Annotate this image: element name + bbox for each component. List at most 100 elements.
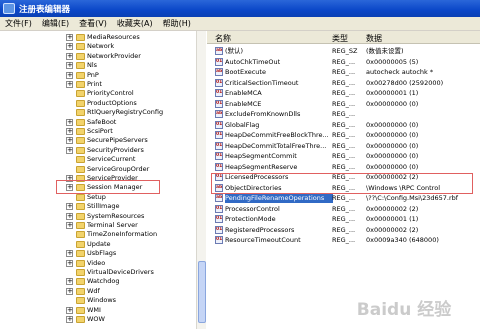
menu-bar: 文件(F) 编辑(E) 查看(V) 收藏夹(A) 帮助(H) — [0, 17, 480, 31]
expand-icon[interactable]: + — [66, 118, 73, 126]
tree-item[interactable]: VirtualDeviceDrivers — [0, 268, 196, 277]
value-name: HeapSegmentReserve — [225, 162, 298, 171]
registry-value-row[interactable]: 01 HeapSegmentReserve REG_... 0x00000000 (0… — [207, 162, 480, 172]
expand-icon[interactable]: + — [66, 222, 73, 229]
registry-value-row[interactable]: 01 ResourceTimeoutCount REG_... 0x0009a340 … — [207, 235, 480, 245]
registry-value-row[interactable]: 01 HeapDeCommitFreeBlockThre... REG_... 0x0… — [207, 130, 480, 140]
tree-item[interactable]: + StillImage — [0, 202, 196, 211]
tree-item-label: Watchdog — [87, 277, 120, 286]
expand-icon[interactable]: + — [66, 203, 73, 211]
tree-item[interactable]: + SafeBoot — [0, 118, 196, 127]
tree-item[interactable]: RtlQueryRegistryConfig — [0, 108, 196, 117]
binary-value-icon: 01 — [215, 131, 223, 139]
menu-item[interactable]: 帮助(H) — [158, 18, 196, 29]
column-header-name[interactable]: 名称 — [215, 33, 231, 44]
registry-value-row[interactable]: 01 HeapDeCommitTotalFreeThre... REG_... 0x0… — [207, 141, 480, 151]
tree-vertical-scrollbar[interactable] — [196, 31, 206, 329]
tree-item-label: Nls — [87, 61, 98, 70]
tree-item[interactable]: ProductOptions — [0, 99, 196, 108]
value-name: BootExecute — [225, 68, 266, 76]
registry-value-row[interactable]: 01 RegisteredProcessors REG_... 0x00000002 … — [207, 225, 480, 235]
expand-icon[interactable]: + — [66, 212, 73, 220]
tree-item[interactable]: + UsbFlags — [0, 249, 196, 258]
tree-item-label: WMI — [87, 305, 101, 314]
tree-item[interactable]: Update — [0, 240, 196, 249]
registry-value-row[interactable]: 01 HeapSegmentCommit REG_... 0x00000000 (0) — [207, 151, 480, 161]
tree-item[interactable]: + NetworkProvider — [0, 52, 196, 61]
expand-icon[interactable]: + — [66, 81, 73, 88]
registry-value-row[interactable]: 01 EnableMCA REG_... 0x00000001 (1) — [207, 88, 480, 98]
menu-item[interactable]: 编辑(E) — [37, 18, 74, 29]
folder-icon — [76, 81, 85, 88]
registry-value-row[interactable]: ab BootExecute REG_... autocheck autochk * — [207, 67, 480, 77]
tree-item[interactable]: + Network — [0, 42, 196, 51]
tree-item[interactable]: PriorityControl — [0, 89, 196, 98]
registry-value-row[interactable]: ab (默认) REG_SZ (数值未设置) — [207, 46, 480, 56]
value-type: REG_SZ — [332, 47, 358, 55]
menu-item[interactable]: 文件(F) — [0, 18, 37, 29]
folder-icon — [76, 109, 85, 117]
tree-item[interactable]: + WOW — [0, 315, 196, 324]
tree-item[interactable]: + SystemResources — [0, 212, 196, 221]
expand-icon[interactable]: + — [66, 250, 73, 258]
tree-item[interactable]: ServiceCurrent — [0, 155, 196, 164]
value-name: HeapDeCommitTotalFreeThre... — [225, 141, 327, 150]
tree-item-label: Wdf — [87, 286, 100, 295]
expand-icon[interactable]: + — [66, 128, 73, 135]
value-name: EnableMCA — [225, 89, 262, 97]
tree-item[interactable]: + Nls — [0, 61, 196, 70]
expand-icon[interactable]: + — [66, 278, 73, 286]
expand-icon[interactable]: + — [66, 306, 73, 314]
tree-item[interactable]: + Terminal Server — [0, 221, 196, 230]
expand-icon[interactable]: + — [66, 62, 73, 70]
tree-item-label: VirtualDeviceDrivers — [87, 268, 154, 276]
value-name: GlobalFlag — [225, 120, 260, 129]
tree-item[interactable]: + SecurePipeServers — [0, 136, 196, 145]
registry-value-row[interactable]: ab ExcludeFromKnownDlls REG_... — [207, 109, 480, 119]
tree-item-label: NetworkProvider — [87, 51, 141, 60]
tree-item[interactable]: + ScsiPort — [0, 127, 196, 136]
tree-item[interactable]: + Wdf — [0, 287, 196, 296]
expand-icon[interactable]: + — [66, 137, 73, 145]
column-header-data[interactable]: 数据 — [366, 33, 382, 44]
folder-icon — [76, 212, 85, 220]
registry-value-row[interactable]: 01 ProcessorControl REG_... 0x00000002 (2) — [207, 204, 480, 214]
tree-item[interactable]: ServiceGroupOrder — [0, 165, 196, 174]
folder-icon — [76, 165, 85, 173]
expand-icon[interactable]: + — [66, 146, 73, 154]
registry-value-row[interactable]: 01 CriticalSectionTimeout REG_... 0x00278d0… — [207, 78, 480, 88]
registry-value-row[interactable]: 01 AutoChkTimeOut REG_... 0x00000005 (5) — [207, 57, 480, 67]
menu-item[interactable]: 收藏夹(A) — [112, 18, 158, 29]
tree-item-label: ProductOptions — [87, 98, 137, 107]
registry-value-row[interactable]: ab PendingFileRenameOperations REG_... \??\… — [207, 193, 480, 203]
menu-item[interactable]: 查看(V) — [74, 18, 112, 29]
registry-value-row[interactable]: 01 EnableMCE REG_... 0x00000000 (0) — [207, 99, 480, 109]
pending-rename-highlight-box — [211, 173, 473, 194]
expand-icon[interactable]: + — [66, 52, 73, 60]
tree-item[interactable]: TimeZoneInformation — [0, 230, 196, 239]
expand-icon[interactable]: + — [66, 34, 73, 41]
tree-item[interactable]: + PnP — [0, 71, 196, 80]
column-header-type[interactable]: 类型 — [332, 33, 348, 44]
tree-item[interactable]: + MediaResources — [0, 33, 196, 42]
tree-item-label: SecurePipeServers — [87, 136, 148, 145]
value-data: 0x00278d00 (2592000) — [366, 78, 444, 87]
title-bar: 注册表编辑器 — [0, 0, 480, 17]
tree-item[interactable]: + Video — [0, 259, 196, 268]
expand-icon[interactable]: + — [66, 287, 73, 295]
tree-item[interactable]: + Print — [0, 80, 196, 89]
tree-item[interactable]: Setup — [0, 193, 196, 202]
tree-item[interactable]: Windows — [0, 296, 196, 305]
expand-icon[interactable]: + — [66, 71, 73, 79]
value-name: ResourceTimeoutCount — [225, 236, 301, 244]
expand-icon[interactable]: + — [66, 316, 73, 323]
registry-value-row[interactable]: 01 GlobalFlag REG_... 0x00000000 (0) — [207, 120, 480, 130]
tree-item[interactable]: + SecurityProviders — [0, 146, 196, 155]
scrollbar-thumb[interactable] — [198, 261, 206, 323]
expand-icon[interactable]: + — [66, 43, 73, 51]
tree-item[interactable]: + WMI — [0, 306, 196, 315]
value-type: REG_... — [332, 68, 356, 76]
tree-item[interactable]: + Watchdog — [0, 277, 196, 286]
registry-value-row[interactable]: 01 ProtectionMode REG_... 0x00000001 (1) — [207, 214, 480, 224]
expand-icon[interactable]: + — [66, 259, 73, 267]
